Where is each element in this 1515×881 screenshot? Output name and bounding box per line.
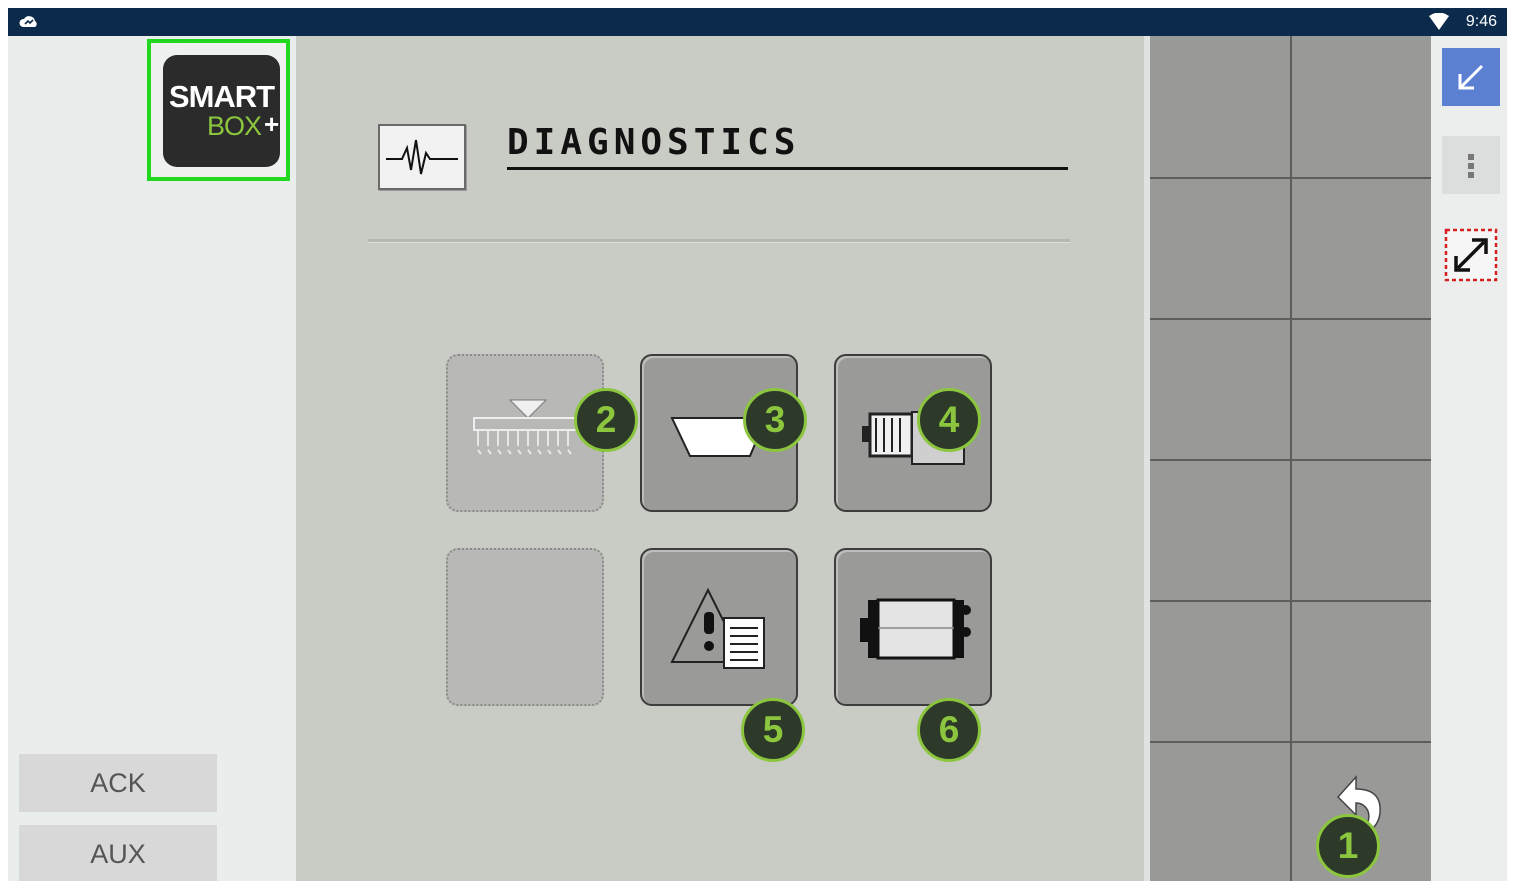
diagnostics-screen: DIAGNOSTICS 2 3 4 5 6	[296, 36, 1144, 881]
grid-divider	[1150, 318, 1431, 320]
callout-badge-3: 3	[743, 388, 807, 452]
callout-badge-6: 6	[917, 698, 981, 762]
resize-button[interactable]	[1442, 226, 1500, 284]
clock: 9:46	[1465, 13, 1497, 30]
tile-alarm-log[interactable]	[640, 548, 798, 706]
callout-badge-4: 4	[917, 388, 981, 452]
callout-badge-1: 1	[1316, 814, 1380, 878]
tile-empty	[446, 548, 604, 706]
more-vertical-icon	[1468, 154, 1474, 178]
screen: 9:46 SMART BOX + ACK AUX DIAGNOSTICS 2 3…	[8, 8, 1507, 881]
wifi-icon	[1429, 13, 1449, 30]
aux-button[interactable]: AUX	[19, 825, 217, 881]
title-underline	[507, 167, 1068, 170]
logo-line2: BOX	[207, 111, 262, 141]
softkey-grid: 1	[1150, 36, 1431, 881]
status-bar: 9:46	[8, 8, 1507, 36]
smartbox-logo: SMART BOX +	[163, 55, 280, 167]
header-separator	[368, 239, 1070, 243]
ack-button[interactable]: ACK	[19, 754, 217, 812]
roller-icon	[860, 598, 971, 660]
page-title: DIAGNOSTICS	[507, 122, 801, 163]
resize-icon	[1444, 228, 1498, 282]
logo-line1: SMART	[168, 79, 275, 114]
callout-badge-5: 5	[741, 698, 805, 762]
grid-divider	[1150, 741, 1431, 743]
grid-divider	[1150, 600, 1431, 602]
logo-plus: +	[264, 109, 280, 139]
smartbox-app-button[interactable]: SMART BOX +	[147, 39, 290, 181]
menu-button[interactable]	[1442, 136, 1500, 194]
minimize-button[interactable]	[1442, 48, 1500, 106]
pulse-waveform-icon	[378, 124, 466, 190]
grid-divider	[1150, 177, 1431, 179]
grid-divider	[1150, 459, 1431, 461]
left-panel: SMART BOX + ACK AUX	[8, 36, 296, 881]
alarm-log-icon	[670, 587, 765, 669]
side-toolbar	[1431, 36, 1507, 881]
tile-roller[interactable]	[834, 548, 992, 706]
cloud-icon	[19, 16, 37, 27]
minimize-arrow-icon	[1458, 64, 1484, 90]
callout-badge-2: 2	[574, 388, 638, 452]
